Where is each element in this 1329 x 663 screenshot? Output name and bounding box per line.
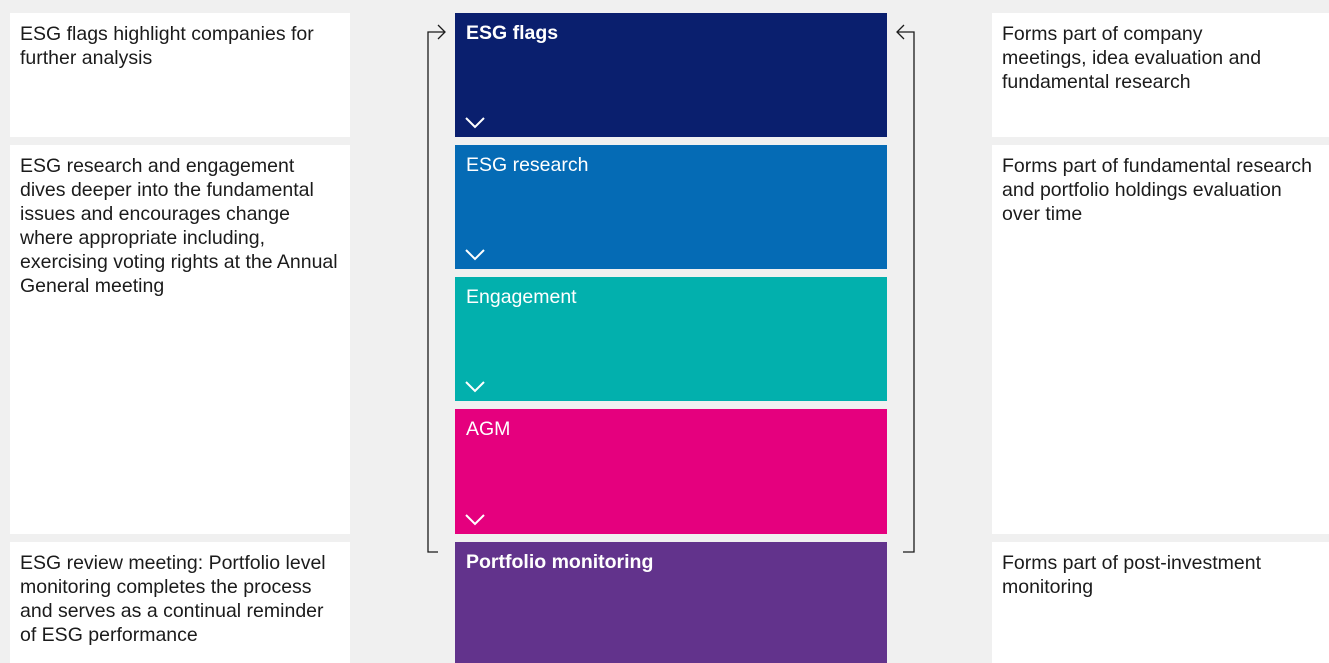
feedback-arrows — [427, 24, 915, 553]
left-loop-arrow — [427, 24, 446, 553]
right-loop-arrow — [896, 24, 915, 553]
